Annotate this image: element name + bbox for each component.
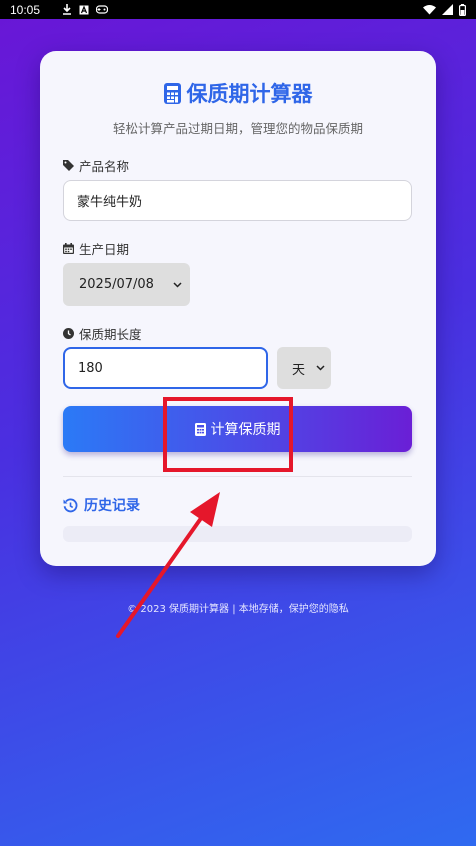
annotation-arrow [116,492,220,638]
